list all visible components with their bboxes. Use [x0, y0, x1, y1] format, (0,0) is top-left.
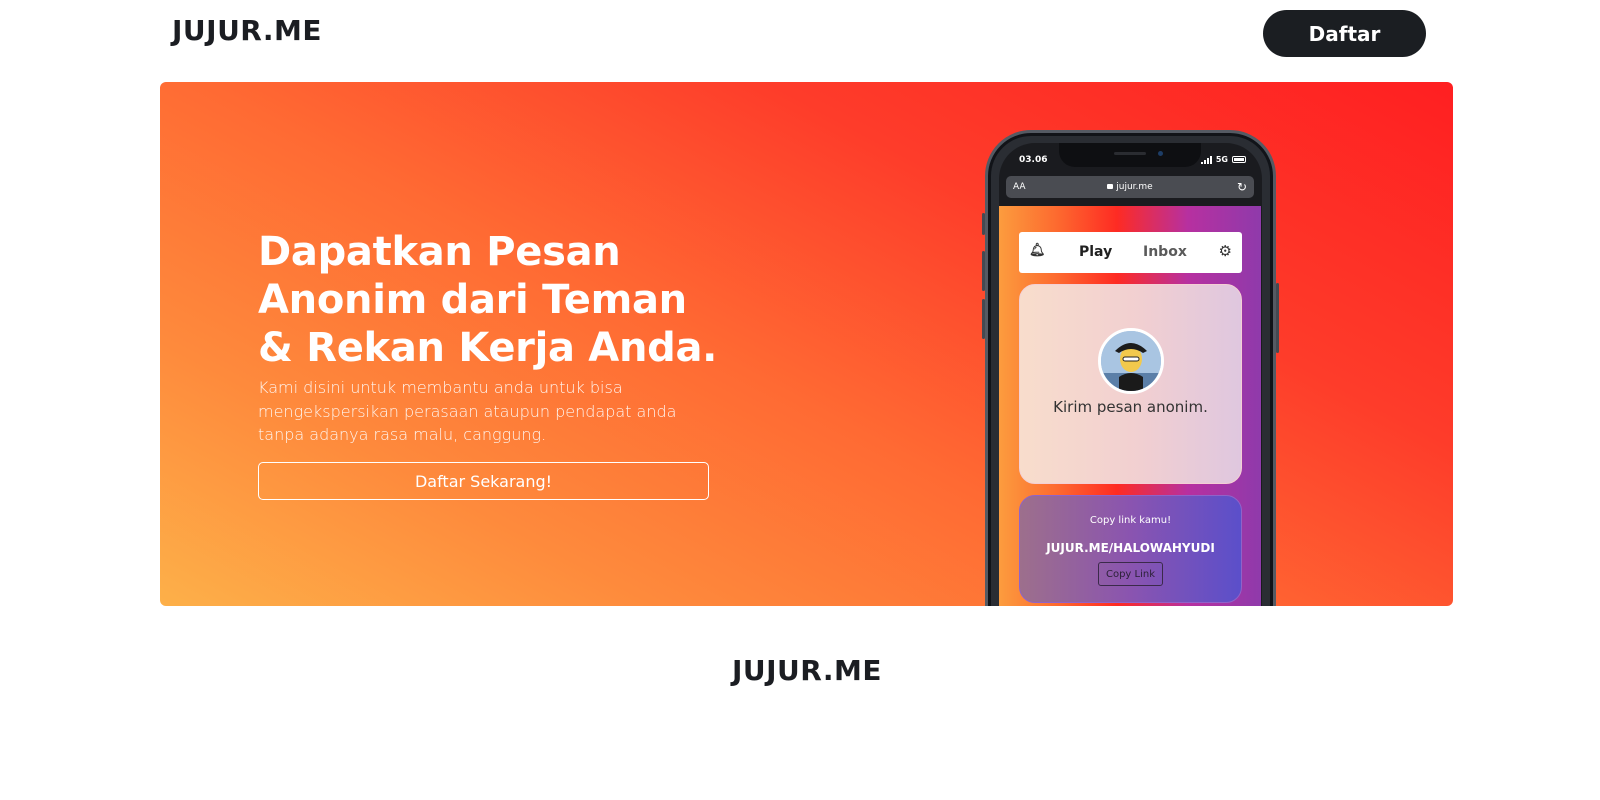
avatar-illustration: [1101, 331, 1161, 391]
phone-side-button: [982, 213, 985, 235]
phone-screen: 03.06 5G AA jujur.me ↻ 🔔︎ Play Inbox ⚙ K…: [999, 143, 1262, 606]
status-time: 03.06: [1019, 155, 1048, 165]
reload-icon[interactable]: ↻: [1237, 180, 1247, 194]
footer-brand: JUJUR.ME: [731, 654, 882, 687]
browser-url-bar[interactable]: AA jujur.me ↻: [1006, 176, 1254, 198]
phone-side-button: [1276, 283, 1279, 353]
phone-side-button: [982, 299, 985, 339]
network-label: 5G: [1215, 155, 1228, 164]
phone-mockup: 03.06 5G AA jujur.me ↻ 🔔︎ Play Inbox ⚙ K…: [982, 130, 1279, 606]
camera-icon: [1158, 151, 1163, 156]
profile-link: JUJUR.ME/HALOWAHYUDI: [1046, 541, 1215, 555]
copy-link-button[interactable]: Copy Link: [1098, 562, 1163, 586]
tab-inbox[interactable]: Inbox: [1143, 244, 1187, 260]
url-text-wrap: jujur.me: [1006, 182, 1254, 192]
hero-banner: Dapatkan Pesan Anonim dari Teman & Rekan…: [160, 82, 1453, 606]
phone-notch: [1059, 143, 1201, 167]
signup-button[interactable]: Daftar: [1263, 10, 1426, 57]
url-text: jujur.me: [1116, 182, 1153, 192]
send-message-text: Kirim pesan anonim.: [1053, 398, 1208, 416]
status-indicators: 5G: [1200, 155, 1246, 164]
app-navbar: 🔔︎ Play Inbox ⚙: [1019, 232, 1242, 273]
bell-icon[interactable]: 🔔︎: [1029, 243, 1046, 258]
phone-side-button: [982, 251, 985, 291]
copy-link-card: Copy link kamu! JUJUR.ME/HALOWAHYUDI Cop…: [1019, 495, 1242, 603]
avatar: [1098, 328, 1164, 394]
page: JUJUR.ME Daftar Dapatkan Pesan Anonim da…: [0, 0, 1600, 800]
app-view: 🔔︎ Play Inbox ⚙ Kirim pesan anonim. Copy…: [999, 206, 1261, 606]
hero-title: Dapatkan Pesan Anonim dari Teman & Rekan…: [258, 229, 718, 371]
hero-subtitle: Kami disini untuk membantu anda untuk bi…: [258, 378, 677, 444]
gear-icon[interactable]: ⚙: [1219, 242, 1232, 260]
speaker-grille: [1114, 152, 1146, 155]
lock-icon: [1107, 184, 1114, 189]
signal-icon: [1200, 155, 1212, 164]
send-message-card[interactable]: Kirim pesan anonim.: [1019, 284, 1242, 484]
brand-logo[interactable]: JUJUR.ME: [172, 14, 322, 47]
copy-link-label: Copy link kamu!: [1089, 515, 1172, 526]
signup-now-button[interactable]: Daftar Sekarang!: [258, 462, 709, 500]
tab-play[interactable]: Play: [1079, 244, 1112, 260]
battery-icon: [1232, 156, 1246, 163]
